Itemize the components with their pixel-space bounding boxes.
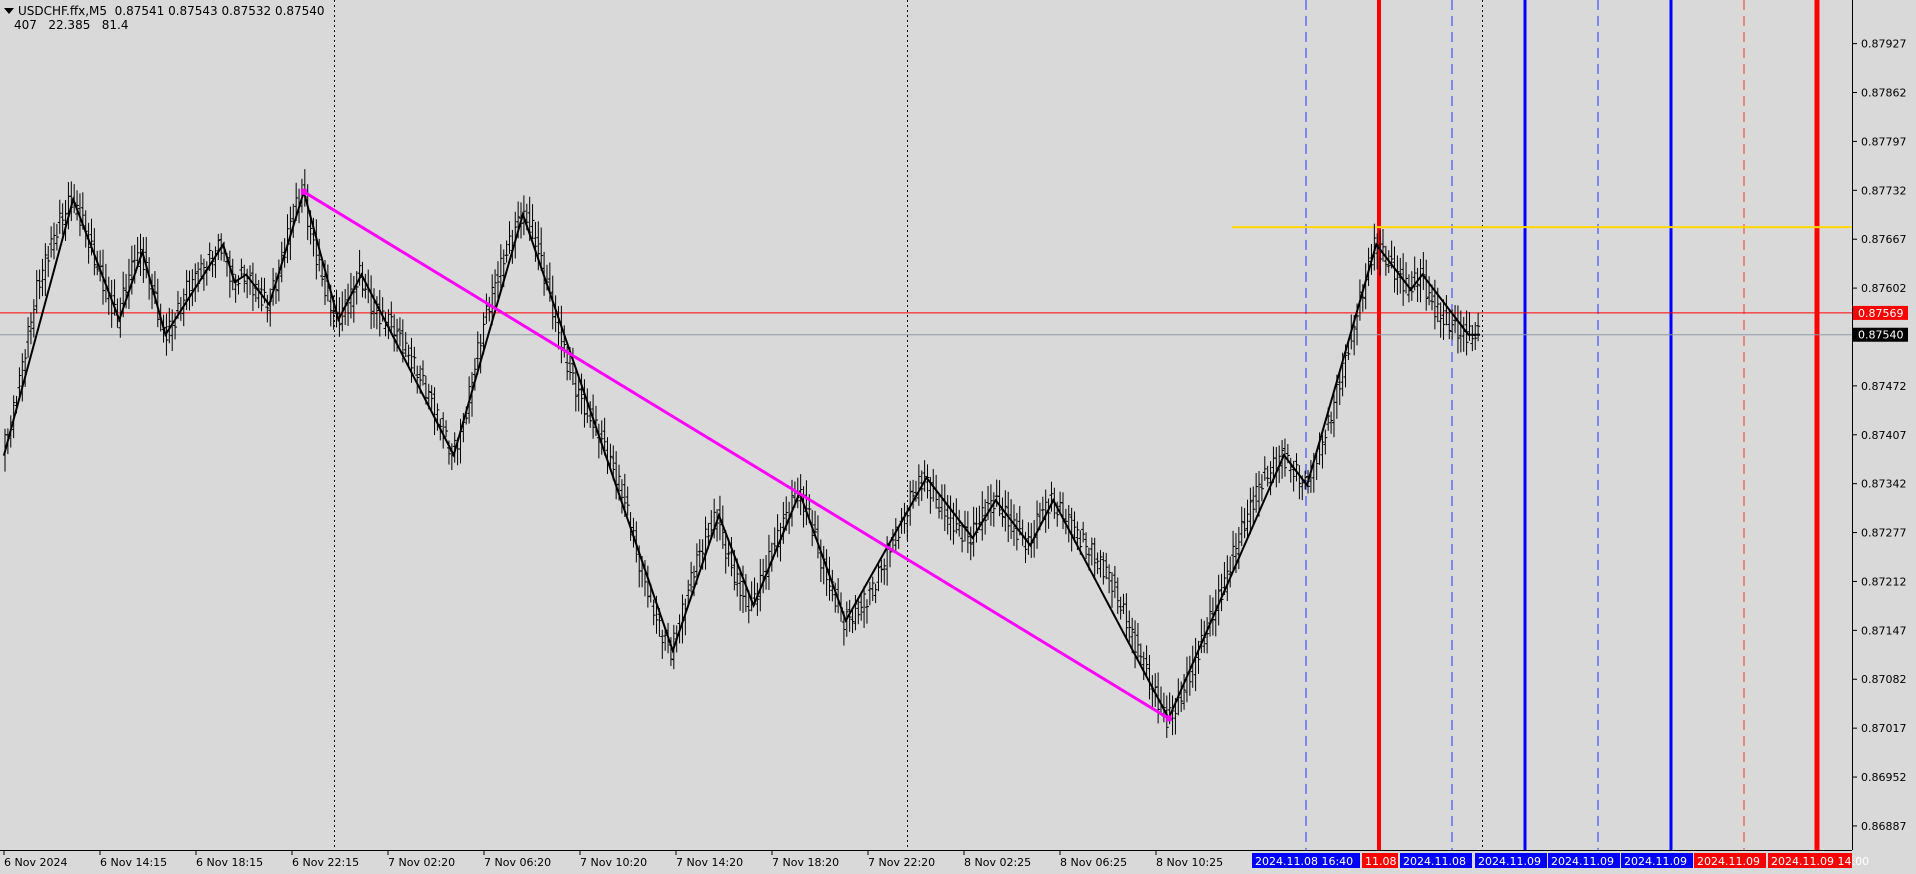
price-label-text: 0.87540 <box>1858 329 1904 342</box>
y-tick-label: 0.87862 <box>1861 87 1907 100</box>
price-axis[interactable]: 0.87927 0.87862 0.87797 0.87732 0.87667 0.876… <box>1852 0 1916 874</box>
x-tick-label: 6 Nov 2024 <box>4 856 67 869</box>
x-tick-label: 8 Nov 06:25 <box>1060 856 1127 869</box>
time-label-text: 2024.11.08 16:40 <box>1255 855 1353 868</box>
time-axis[interactable]: 6 Nov 2024 6 Nov 14:15 6 Nov 18:15 6 Nov 22… <box>0 850 1869 869</box>
time-label-text: 2024.11.09 <box>1624 855 1687 868</box>
plot-area <box>0 0 1852 850</box>
x-tick-label: 6 Nov 22:15 <box>292 856 359 869</box>
x-tick-label: 7 Nov 22:20 <box>868 856 935 869</box>
time-label-text: 2024.11.09 <box>1697 855 1760 868</box>
trendline-anchor-start[interactable] <box>300 188 307 195</box>
y-tick-label: 0.86952 <box>1861 771 1907 784</box>
y-tick-label: 0.87732 <box>1861 184 1907 197</box>
y-tick-label: 0.87082 <box>1861 673 1907 686</box>
x-tick-label: 7 Nov 18:20 <box>772 856 839 869</box>
chart-window[interactable]: 0.87927 0.87862 0.87797 0.87732 0.87667 0.876… <box>0 0 1916 874</box>
time-label-text: 2024.11.08 <box>1403 855 1466 868</box>
y-tick-label: 0.87342 <box>1861 478 1907 491</box>
x-tick-label: 8 Nov 02:25 <box>964 856 1031 869</box>
y-tick-label: 0.87212 <box>1861 575 1907 588</box>
x-tick-labels: 6 Nov 2024 6 Nov 14:15 6 Nov 18:15 6 Nov 22… <box>3 850 1223 869</box>
y-tick-label: 0.87667 <box>1861 233 1907 246</box>
y-tick-label: 0.87797 <box>1861 135 1907 148</box>
x-tick-label: 7 Nov 14:20 <box>676 856 743 869</box>
dropdown-triangle-icon[interactable] <box>4 8 14 14</box>
y-tick-label: 0.87147 <box>1861 624 1907 637</box>
x-tick-label: 6 Nov 14:15 <box>100 856 167 869</box>
y-tick-label: 0.87407 <box>1861 429 1907 442</box>
y-tick-label: 0.87277 <box>1861 527 1907 540</box>
x-tick-label: 7 Nov 02:20 <box>388 856 455 869</box>
price-chart[interactable]: 0.87927 0.87862 0.87797 0.87732 0.87667 0.876… <box>0 0 1916 874</box>
indicator-header: 407 22.385 81.4 <box>14 18 129 32</box>
y-tick-label: 0.87472 <box>1861 380 1907 393</box>
y-tick-label: 0.87602 <box>1861 282 1907 295</box>
symbol-header: USDCHF.ffx,M5 0.87541 0.87543 0.87532 0.… <box>4 4 325 18</box>
price-label-text: 0.87569 <box>1858 307 1904 320</box>
x-tick-label: 8 Nov 10:25 <box>1156 856 1223 869</box>
time-label-text: 11.08 <box>1365 855 1397 868</box>
trendline-anchor-end[interactable] <box>1165 715 1172 722</box>
time-label-text: 2024.11.09 <box>1478 855 1541 868</box>
plot-background <box>0 0 1852 850</box>
x-tick-label: 6 Nov 18:15 <box>196 856 263 869</box>
time-label-text: 2024.11.09 14:00 <box>1771 855 1869 868</box>
y-tick-label: 0.86887 <box>1861 820 1907 833</box>
symbol-line: USDCHF.ffx,M5 0.87541 0.87543 0.87532 0.… <box>18 4 325 18</box>
x-tick-label: 7 Nov 10:20 <box>580 856 647 869</box>
x-tick-label: 7 Nov 06:20 <box>484 856 551 869</box>
time-labels: 2024.11.08 16:40 11.08 2024.11.08 2024.11.0… <box>1252 853 1869 868</box>
y-tick-label: 0.87927 <box>1861 38 1907 51</box>
y-tick-label: 0.87017 <box>1861 722 1907 735</box>
time-label-text: 2024.11.09 <box>1551 855 1614 868</box>
